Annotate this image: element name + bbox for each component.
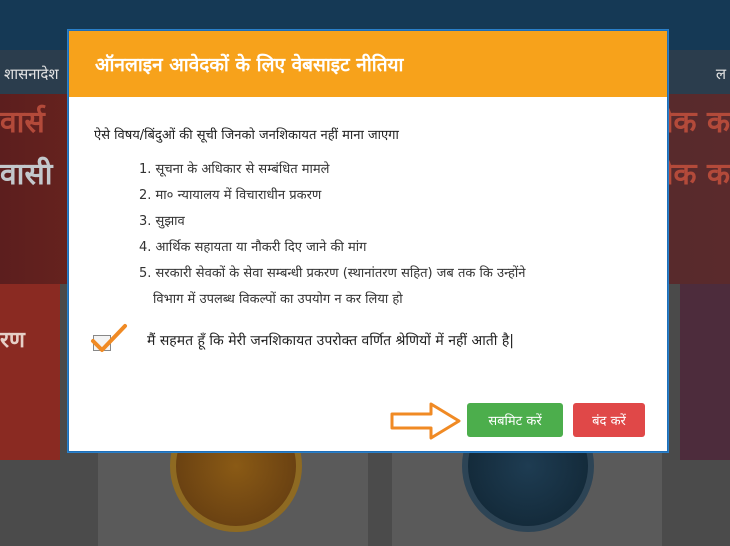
list-item: 3. सुझाव [139, 214, 185, 229]
banner-text-left-1: वार्स [0, 105, 45, 140]
submit-button[interactable]: सबमिट करें [467, 403, 563, 437]
list-item: 5. सरकारी सेवकों के सेवा सम्बन्धी प्रकरण… [139, 261, 525, 313]
list-item: 4. आर्थिक सहायता या नौकरी दिए जाने की मा… [139, 240, 367, 255]
side-panel-right [680, 284, 730, 460]
excluded-topics-list: 1. सूचना के अधिकार से सम्बंधित मामले 2. … [139, 157, 525, 313]
list-item: 1. सूचना के अधिकार से सम्बंधित मामले [139, 162, 330, 177]
modal-header: ऑनलाइन आवेदकों के लिए वेबसाइट नीतिया [69, 31, 667, 97]
checkmark-icon [91, 324, 127, 352]
nav-item-right[interactable]: ल [716, 64, 726, 84]
close-button[interactable]: बंद करें [573, 403, 645, 437]
list-item: 2. मा० न्यायालय में विचाराधीन प्रकरण [139, 188, 322, 203]
excluded-topics-heading: ऐसे विषय/बिंदुओं की सूची जिनको जनशिकायत … [94, 128, 399, 143]
agree-row: मैं सहमत हूँ कि मेरी जनशिकायत उपरोक्त वर… [91, 324, 653, 355]
arrow-right-icon [390, 402, 461, 440]
nav-item-shasanadesh[interactable]: शासनादेश [4, 64, 59, 84]
agree-label[interactable]: मैं सहमत हूँ कि मेरी जनशिकायत उपरोक्त वर… [147, 331, 514, 350]
website-policy-modal: ऑनलाइन आवेदकों के लिए वेबसाइट नीतिया ऐसे… [68, 30, 668, 452]
modal-title: ऑनलाइन आवेदकों के लिए वेबसाइट नीतिया [95, 54, 404, 76]
side-panel-left: रण [0, 284, 60, 460]
banner-text-left-2: वासी [0, 157, 53, 192]
side-panel-left-text: रण [0, 328, 25, 353]
list-item-continuation: विभाग में उपलब्ध विकल्पों का उपयोग न कर … [153, 292, 403, 307]
